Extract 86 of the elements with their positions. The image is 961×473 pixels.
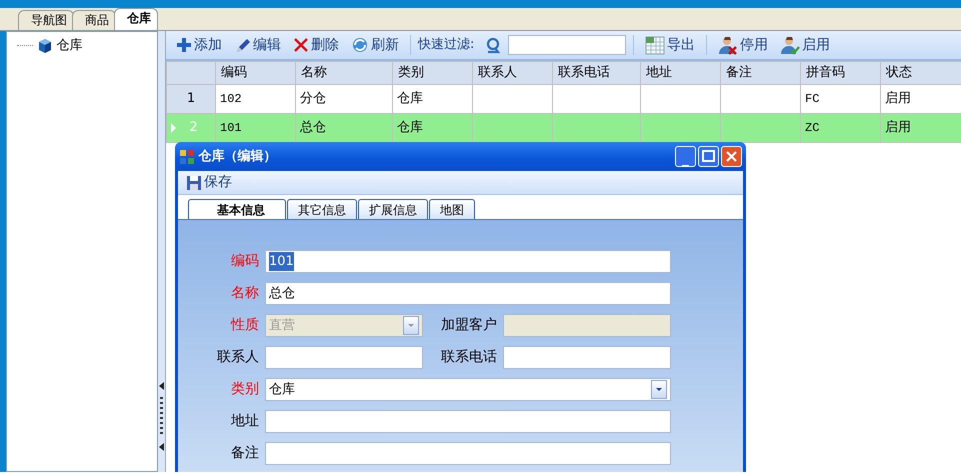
close-icon bbox=[726, 150, 737, 162]
column-header[interactable]: 备注 bbox=[720, 62, 800, 84]
toolbar-button[interactable]: 刷新 bbox=[347, 34, 403, 56]
column-header[interactable]: 联系人 bbox=[472, 62, 552, 84]
row-number: 2 bbox=[188, 119, 199, 138]
toolbar-button[interactable]: 编辑 bbox=[230, 34, 285, 56]
column-header[interactable]: 联系电话 bbox=[552, 62, 640, 84]
field-label: 联系电话 bbox=[440, 348, 498, 367]
field-label: 类别 bbox=[230, 380, 260, 399]
field-label: 编码 bbox=[230, 252, 260, 271]
toolbar-button[interactable]: 导出 bbox=[641, 34, 700, 56]
maximize-button[interactable] bbox=[698, 146, 719, 167]
input-field[interactable]: 总仓 bbox=[265, 282, 671, 305]
field-label: 名称 bbox=[230, 284, 260, 303]
table-cell: 启用 bbox=[880, 84, 961, 114]
toolbar-button[interactable]: 删除 bbox=[289, 34, 343, 56]
form-tab[interactable]: 其它信息 bbox=[287, 199, 357, 219]
save-icon bbox=[186, 174, 202, 190]
caret-icon bbox=[408, 324, 414, 327]
table-cell: 101 bbox=[216, 114, 296, 142]
tree-line bbox=[17, 45, 33, 46]
table-cell: 分仓 bbox=[296, 84, 392, 114]
filter-field[interactable] bbox=[508, 35, 626, 55]
document-tab[interactable]: 商品 bbox=[72, 10, 116, 30]
column-header[interactable]: 拼音码 bbox=[800, 62, 880, 84]
column-header[interactable]: 名称 bbox=[296, 62, 392, 84]
arrow-icon[interactable] bbox=[158, 443, 164, 451]
table-cell: 总仓 bbox=[296, 114, 392, 142]
column-header[interactable]: 编码 bbox=[216, 62, 296, 84]
row-number: 1 bbox=[186, 90, 196, 108]
caret-icon bbox=[656, 388, 662, 391]
pen-icon bbox=[234, 37, 251, 53]
table-cell: 启用 bbox=[880, 114, 961, 142]
person-cross-icon bbox=[718, 36, 738, 54]
document-tab[interactable]: 导航图 bbox=[18, 10, 74, 30]
field-label: 备注 bbox=[230, 444, 260, 463]
row-header[interactable]: 1 bbox=[166, 84, 216, 114]
minimize-button[interactable] bbox=[675, 146, 696, 167]
form-tab[interactable]: 扩展信息 bbox=[358, 199, 428, 219]
close-button[interactable] bbox=[721, 146, 742, 167]
filter-label: 快速过滤: bbox=[418, 36, 474, 54]
input-field[interactable] bbox=[503, 346, 671, 369]
column-header[interactable]: 类别 bbox=[392, 62, 472, 84]
arrow-icon[interactable] bbox=[158, 382, 164, 390]
spreadsheet-icon bbox=[645, 36, 666, 54]
form-tab[interactable]: 地图 bbox=[429, 199, 475, 219]
splitter[interactable] bbox=[158, 31, 166, 472]
table-cell: 仓库 bbox=[392, 84, 472, 114]
column-header[interactable]: 地址 bbox=[640, 62, 720, 84]
table-row[interactable]: 1 102 分仓 仓库 FC 启用 bbox=[166, 84, 961, 114]
row-pointer-icon bbox=[171, 123, 176, 133]
input-field[interactable] bbox=[265, 346, 423, 369]
tree-item[interactable]: 仓库 bbox=[56, 36, 82, 56]
toolbar-button[interactable]: 停用 bbox=[714, 34, 772, 56]
table-cell: ZC bbox=[800, 114, 880, 142]
toolbar-button[interactable]: 添加 bbox=[172, 34, 226, 56]
input-field[interactable]: 101 bbox=[265, 250, 671, 273]
refresh-icon bbox=[351, 36, 369, 54]
person-check-icon bbox=[780, 36, 800, 54]
dropdown-field[interactable]: 仓库 bbox=[265, 378, 671, 401]
column-header[interactable]: 状态 bbox=[880, 62, 961, 84]
table-cell: 仓库 bbox=[392, 114, 472, 142]
save-button[interactable]: 保存 bbox=[182, 172, 236, 193]
field-label: 性质 bbox=[230, 316, 260, 335]
dropdown-button[interactable] bbox=[651, 380, 667, 399]
table-cell: 102 bbox=[216, 84, 296, 114]
table-row[interactable]: 2 101 总仓 仓库 ZC 启用 bbox=[166, 114, 961, 142]
grip-icon bbox=[160, 396, 163, 436]
field-label: 加盟客户 bbox=[440, 316, 498, 335]
app-icon bbox=[179, 148, 195, 164]
window-title: 仓库（编辑） bbox=[198, 148, 278, 166]
cross-icon bbox=[293, 37, 309, 53]
document-tab[interactable]: 仓库 bbox=[114, 8, 158, 30]
corner-cell bbox=[166, 62, 216, 84]
plus-icon bbox=[176, 37, 192, 53]
minimize-icon bbox=[682, 165, 689, 168]
form-tab[interactable]: 基本信息 bbox=[188, 199, 286, 219]
maximize-icon bbox=[702, 150, 715, 162]
cube-icon bbox=[37, 38, 53, 54]
field-label: 地址 bbox=[230, 412, 260, 431]
input-field[interactable] bbox=[265, 442, 671, 465]
field-label: 联系人 bbox=[216, 348, 260, 367]
search-icon bbox=[484, 36, 501, 54]
table-cell: FC bbox=[800, 84, 880, 114]
input-field[interactable] bbox=[265, 410, 671, 433]
toolbar-button[interactable]: 启用 bbox=[776, 34, 834, 56]
